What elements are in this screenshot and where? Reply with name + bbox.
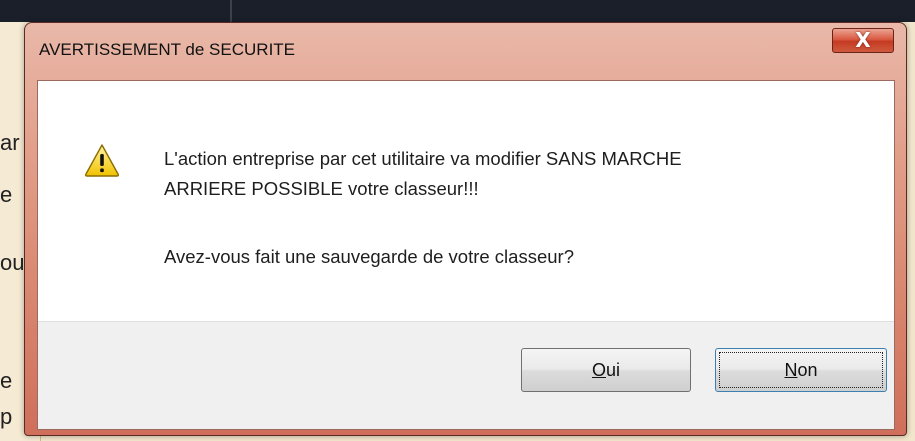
yes-label-rest: ui <box>606 360 621 380</box>
yes-mnemonic: O <box>591 360 606 380</box>
security-warning-dialog: AVERTISSEMENT de SECURITE X L'action ent… <box>24 22 907 436</box>
dialog-titlebar[interactable]: AVERTISSEMENT de SECURITE X <box>25 23 906 73</box>
background-text-fragment: e <box>0 182 13 207</box>
close-icon: X <box>855 28 871 52</box>
warning-icon <box>84 144 120 177</box>
question-text: Avez-vous fait une sauvegarde de votre c… <box>164 246 574 267</box>
message-line-1: L'action entreprise par cet utilitaire v… <box>164 148 682 169</box>
yes-button[interactable]: Oui <box>521 348 691 392</box>
background-text-fragment: ar <box>0 130 20 155</box>
dialog-client-area: L'action entreprise par cet utilitaire v… <box>37 80 895 430</box>
no-button[interactable]: Non <box>715 348 887 392</box>
focus-rectangle <box>719 352 883 388</box>
background-text-fragment: ou <box>0 250 25 275</box>
dialog-title: AVERTISSEMENT de SECURITE <box>39 40 296 59</box>
background-text-fragment: p <box>0 404 13 429</box>
close-button[interactable]: X <box>832 28 894 53</box>
message-area: L'action entreprise par cet utilitaire v… <box>38 81 894 321</box>
background-separator <box>230 0 232 22</box>
background-text-fragment: e <box>0 368 13 393</box>
message-line-2: ARRIERE POSSIBLE votre classeur!!! <box>164 178 479 199</box>
background-top-strip <box>0 0 915 22</box>
